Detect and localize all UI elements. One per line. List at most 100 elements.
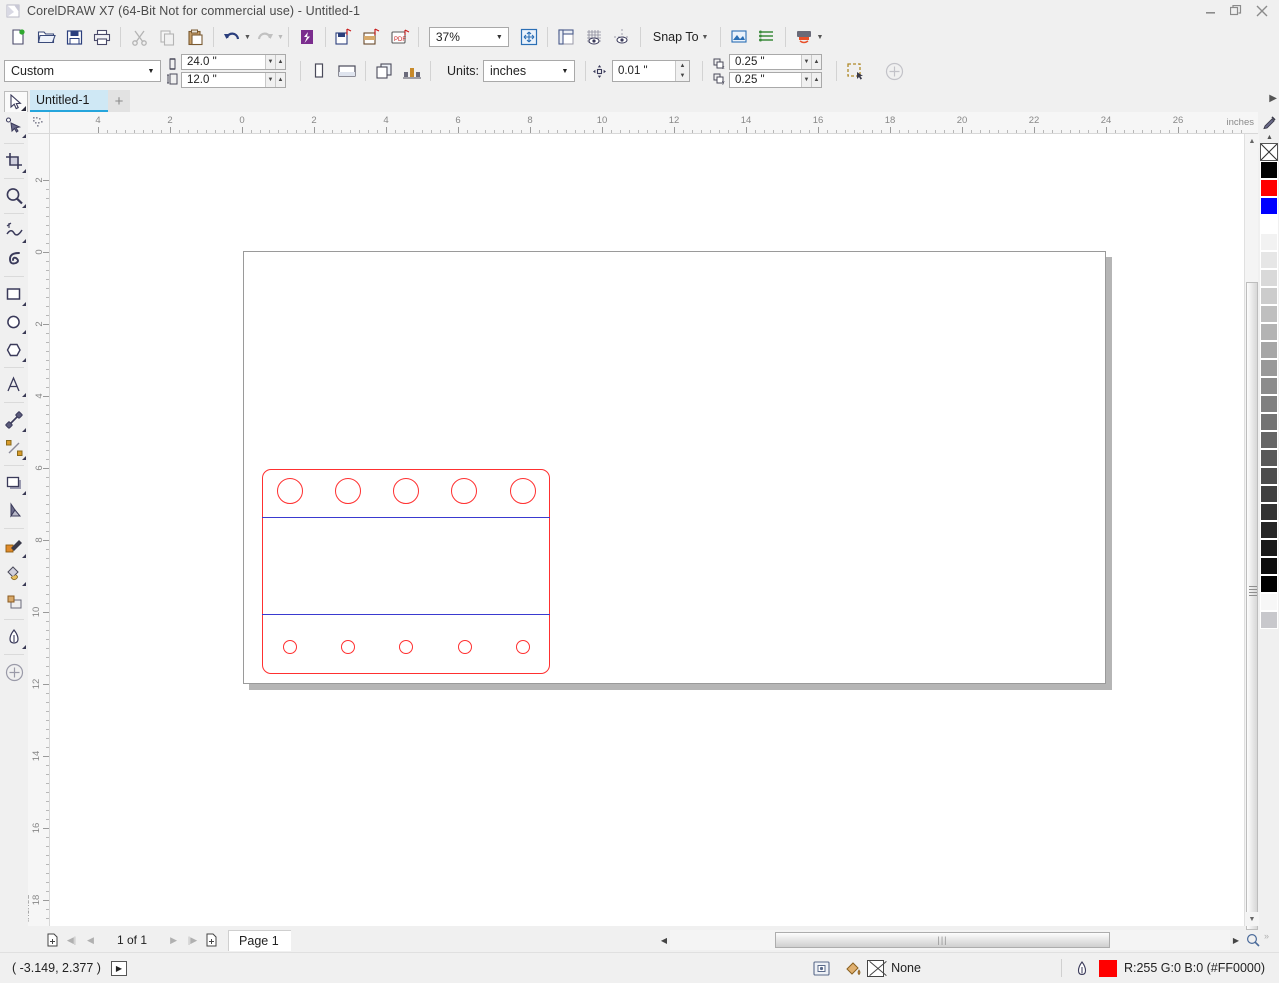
copy-button[interactable] — [153, 24, 181, 50]
chevron-down-icon[interactable]: ▼ — [674, 71, 689, 81]
snap-to-button[interactable]: Snap To ▼ — [645, 25, 717, 49]
pick-tool-icon[interactable] — [4, 91, 28, 113]
chevron-down-icon[interactable]: ▼ — [702, 34, 709, 41]
palette-swatch[interactable] — [1260, 341, 1278, 359]
shape-tool[interactable] — [0, 112, 28, 140]
palette-swatch[interactable] — [1260, 179, 1278, 197]
snap-indicator-icon[interactable] — [813, 960, 830, 977]
drop-shadow-tool[interactable] — [0, 469, 28, 497]
play-triangle-icon[interactable]: ▶ — [110, 960, 127, 976]
close-button[interactable] — [1249, 1, 1275, 21]
canvas-vertical-scrollbar[interactable]: ▲ ▼ — [1244, 134, 1259, 930]
artistic-media-tool[interactable] — [0, 245, 28, 273]
outline-pen-tool[interactable] — [0, 623, 28, 651]
flyout-arrow-icon[interactable] — [22, 134, 26, 138]
maximize-restore-button[interactable] — [1223, 1, 1249, 21]
page-height-spinner[interactable]: ▼ ▲ — [265, 73, 285, 87]
palette-swatch-none[interactable] — [1260, 143, 1278, 161]
units-combo[interactable]: inches ▼ — [482, 60, 575, 82]
ellipse-tool[interactable] — [0, 308, 28, 336]
add-page-before-button[interactable] — [44, 930, 61, 950]
fill-bucket-icon[interactable] — [844, 960, 862, 977]
palette-scroll-grip[interactable] — [1248, 580, 1258, 602]
customize-toolbox-button[interactable] — [0, 658, 28, 686]
nudge-offset-field[interactable]: 0.01 " ▲ ▼ — [611, 60, 690, 82]
flyout-arrow-icon[interactable] — [22, 358, 26, 362]
top-hole-circle[interactable] — [335, 478, 361, 504]
fill-color-swatch[interactable] — [867, 959, 885, 977]
current-page-button[interactable] — [398, 58, 426, 84]
palette-swatch[interactable] — [1260, 539, 1278, 557]
page-width-field[interactable]: 24.0 " ▼ ▲ — [181, 54, 286, 70]
chevron-down-icon[interactable]: ▼ — [265, 73, 275, 87]
minimize-button[interactable] — [1197, 1, 1223, 21]
open-document-button[interactable] — [32, 24, 60, 50]
portrait-orientation-button[interactable] — [305, 58, 333, 84]
chevron-up-icon[interactable]: ▲ — [275, 73, 285, 87]
flyout-arrow-icon[interactable] — [22, 169, 26, 173]
options-button[interactable] — [725, 24, 753, 50]
flyout-arrow-icon[interactable] — [22, 582, 26, 586]
crop-tool[interactable] — [0, 147, 28, 175]
document-tab-untitled-1[interactable]: Untitled-1 — [30, 90, 108, 112]
export-button[interactable] — [358, 24, 386, 50]
palette-swatch[interactable] — [1260, 521, 1278, 539]
palette-swatch[interactable] — [1260, 305, 1278, 323]
paste-button[interactable] — [181, 24, 209, 50]
page-tab-page-1[interactable]: Page 1 — [228, 929, 291, 951]
palette-swatch[interactable] — [1260, 161, 1278, 179]
smart-fill-tool[interactable] — [0, 588, 28, 616]
fold-line-top[interactable] — [262, 517, 550, 518]
cut-button[interactable] — [125, 24, 153, 50]
next-page-button[interactable]: ▶ — [165, 930, 182, 950]
top-hole-circle[interactable] — [393, 478, 419, 504]
show-grid-button[interactable] — [580, 24, 608, 50]
import-file-button[interactable] — [330, 24, 358, 50]
palette-swatch[interactable] — [1260, 557, 1278, 575]
palette-swatch[interactable] — [1260, 287, 1278, 305]
chevron-down-icon[interactable]: ▼ — [491, 28, 508, 46]
duplicate-distance-y-field[interactable]: 0.25 " ▼ ▲ — [728, 72, 822, 88]
palette-swatch[interactable] — [1260, 449, 1278, 467]
flyout-arrow-icon[interactable] — [22, 302, 26, 306]
last-page-button[interactable]: |▶ — [184, 930, 201, 950]
new-tab-button[interactable]: + — [108, 90, 130, 112]
palette-swatch[interactable] — [1260, 233, 1278, 251]
add-control-button[interactable] — [881, 58, 909, 84]
color-eyedropper-tool[interactable] — [0, 532, 28, 560]
publish-pdf-button[interactable]: PDF — [386, 24, 414, 50]
page-height-field[interactable]: 12.0 " ▼ ▲ — [181, 72, 286, 88]
horizontal-scroll-thumb[interactable]: ||| — [775, 932, 1110, 948]
chevron-down-icon[interactable]: ▼ — [556, 61, 574, 81]
palette-eyedropper-icon[interactable] — [1260, 112, 1279, 132]
palette-swatch[interactable] — [1260, 431, 1278, 449]
show-guides-button[interactable] — [608, 24, 636, 50]
add-page-after-button[interactable] — [203, 930, 220, 950]
outline-color-swatch[interactable] — [1098, 959, 1117, 977]
top-hole-circle[interactable] — [510, 478, 536, 504]
top-hole-circle[interactable] — [277, 478, 303, 504]
application-launcher-button[interactable] — [790, 24, 818, 50]
print-button[interactable] — [88, 24, 116, 50]
palette-swatch[interactable] — [1260, 593, 1278, 611]
chevron-right-icon[interactable]: ▶ — [1269, 93, 1277, 104]
palette-swatch[interactable] — [1260, 377, 1278, 395]
save-document-button[interactable] — [60, 24, 88, 50]
flyout-arrow-icon[interactable] — [22, 456, 26, 460]
freehand-tool[interactable] — [0, 217, 28, 245]
parallel-dimension-tool[interactable] — [0, 406, 28, 434]
duplicate-y-spinner[interactable]: ▼ ▲ — [800, 73, 821, 87]
chevron-up-icon[interactable]: ▲ — [674, 61, 689, 71]
palette-swatch[interactable] — [1260, 395, 1278, 413]
duplicate-distance-x-field[interactable]: 0.25 " ▼ ▲ — [728, 54, 822, 70]
zoom-to-fit-button[interactable] — [515, 24, 543, 50]
all-pages-button[interactable] — [370, 58, 398, 84]
palette-swatch[interactable] — [1260, 215, 1278, 233]
chevron-down-icon[interactable]: ▼ — [142, 61, 160, 81]
palette-swatch[interactable] — [1260, 413, 1278, 431]
flyout-arrow-icon[interactable] — [22, 491, 26, 495]
rectangle-tool[interactable] — [0, 280, 28, 308]
zoom-magnifier-icon[interactable] — [1244, 930, 1262, 950]
flyout-arrow-icon[interactable] — [22, 330, 26, 334]
outline-pen-nib-icon[interactable] — [1074, 960, 1090, 977]
